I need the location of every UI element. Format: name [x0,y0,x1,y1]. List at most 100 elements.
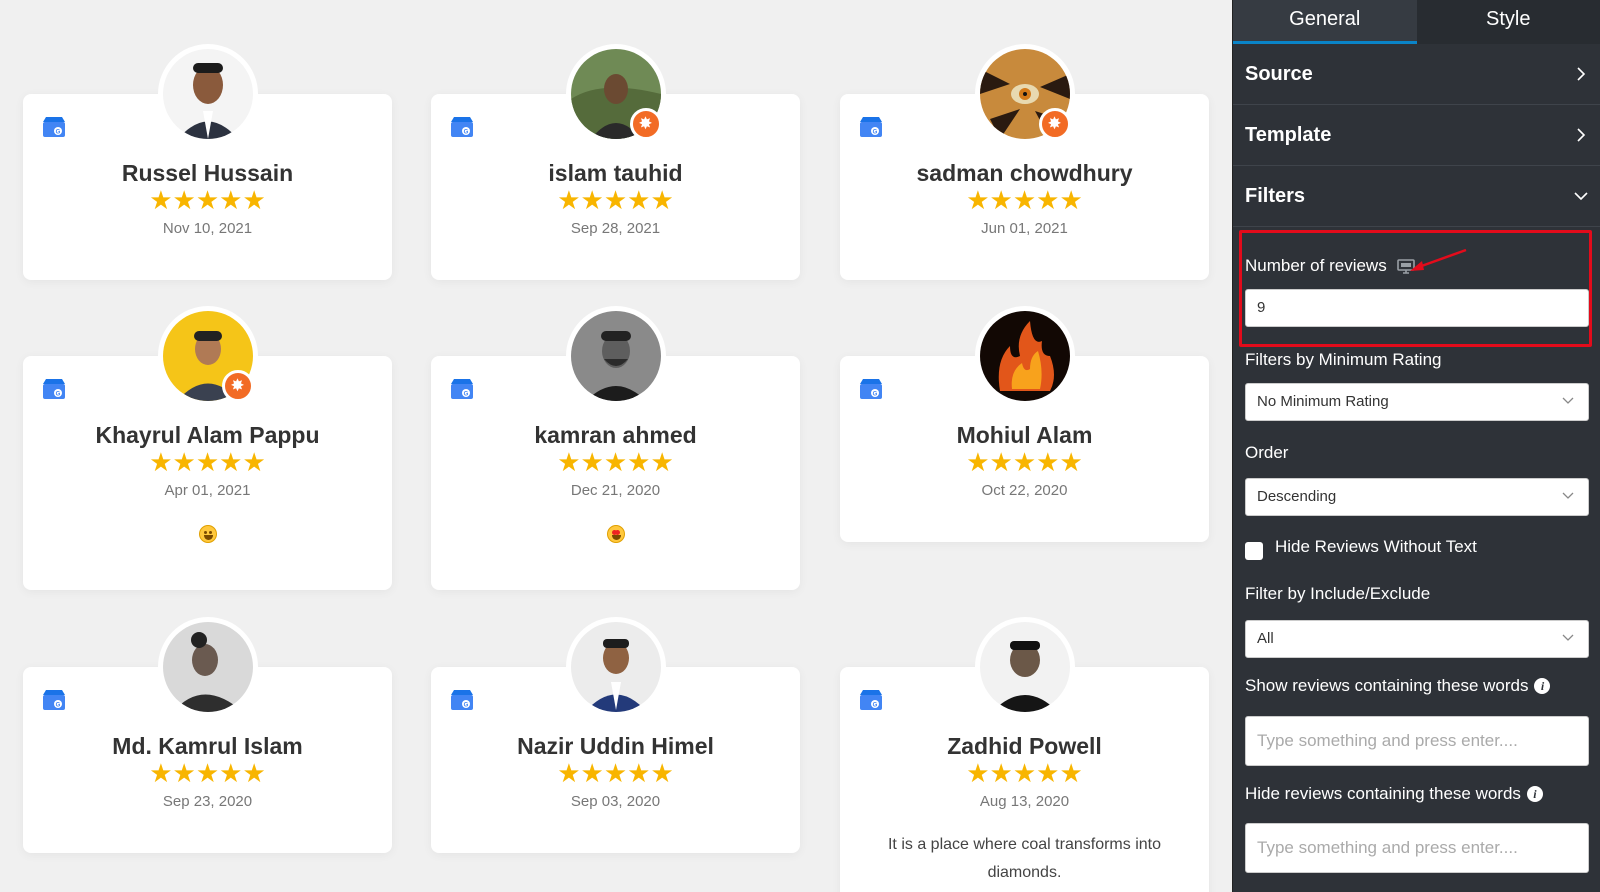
google-business-icon: G [451,690,473,710]
info-icon[interactable]: i [1526,786,1543,802]
hide-without-text-checkbox[interactable] [1245,542,1263,560]
star-rating: ★★★★★ [966,447,1083,477]
review-text: It is a place where coal transforms into… [887,836,1161,881]
tab-style[interactable]: Style [1416,0,1600,44]
hide-words-text: Hide reviews containing these words [1245,784,1521,803]
reviewer-name: Russel Hussain [121,160,294,186]
google-business-icon: G [451,117,473,137]
hide-words-input[interactable]: Type something and press enter.... [1245,823,1589,873]
reviewer-avatar [565,306,666,406]
min-rating-label: Filters by Minimum Rating [1245,350,1442,369]
review-card: ✸ G Khayrul Alam Pappu ★★★★★ Apr 01, 202… [23,306,392,590]
review-date: Apr 01, 2021 [164,482,251,499]
annotation-highlight-box [1239,230,1592,347]
section-source[interactable]: Source [1233,44,1600,105]
svg-text:G: G [56,130,61,136]
reviewer-name: Nazir Uddin Himel [517,733,714,759]
star-rating: ★★★★★ [966,758,1083,788]
show-words-text: Show reviews containing these words [1245,676,1529,695]
reviewer-name: sadman chowdhury [916,160,1133,186]
google-business-icon: G [43,117,65,137]
show-words-label: Show reviews containing these words i [1245,676,1551,696]
reviewer-name: kamran ahmed [534,422,697,448]
info-icon[interactable]: i [1534,678,1551,694]
section-filters[interactable]: Filters [1233,166,1600,227]
include-exclude-label: Filter by Include/Exclude [1245,584,1431,603]
star-rating: ★★★★★ [149,447,266,477]
chevron-down-icon [1562,634,1574,641]
chevron-down-icon [1562,492,1574,499]
smile-emoji-icon [198,525,217,543]
reviewer-name: islam tauhid [548,160,683,186]
svg-text:G: G [873,392,878,398]
local-guide-badge: ✸ [221,370,254,402]
review-card: G Mohiul Alam ★★★★★ Oct 22, 2020 [840,306,1209,542]
chevron-right-icon [1577,67,1586,81]
section-template[interactable]: Template [1233,105,1600,166]
include-exclude-select[interactable]: All [1245,620,1589,658]
min-rating-value: No Minimum Rating [1257,393,1389,410]
review-card: ✸ G islam tauhid ★★★★★ Sep 28, 2021 [431,44,800,280]
hide-words-label: Hide reviews containing these words i [1245,784,1543,804]
svg-text:G: G [464,703,469,709]
reviewer-avatar [974,306,1075,406]
order-label: Order [1245,443,1289,462]
reviewer-avatar [157,44,258,144]
min-rating-select[interactable]: No Minimum Rating [1245,383,1589,421]
reviewer-name: Md. Kamrul Islam [112,733,303,759]
star-rating: ★★★★★ [557,758,674,788]
section-source-label: Source [1245,62,1313,85]
google-business-icon: G [860,690,882,710]
reviewer-name: Zadhid Powell [947,733,1102,759]
star-rating: ★★★★★ [557,447,674,477]
hide-without-text-label: Hide Reviews Without Text [1275,537,1477,556]
review-card: ✸ G sadman chowdhury ★★★★★ Jun 01, 2021 [840,44,1209,280]
review-date: Nov 10, 2021 [162,220,253,237]
chevron-down-icon [1562,397,1574,404]
review-card: G Nazir Uddin Himel ★★★★★ Sep 03, 2020 [431,617,800,853]
svg-text:G: G [464,392,469,398]
svg-text:G: G [56,392,61,398]
review-card: G Zadhid Powell ★★★★★ Aug 13, 2020 It is… [840,617,1209,892]
review-date: Oct 22, 2020 [981,482,1068,499]
google-business-icon: G [451,379,473,399]
order-select[interactable]: Descending [1245,478,1589,516]
reviewer-avatar: ✸ [157,306,258,406]
google-business-icon: G [860,379,882,399]
chevron-down-icon [1574,192,1588,201]
settings-panel: General Style Source Template Filters Nu… [1232,0,1600,892]
local-guide-badge: ✸ [1038,108,1071,140]
svg-text:G: G [873,130,878,136]
review-date: Aug 13, 2020 [979,793,1070,810]
panel-tabs: General Style [1233,0,1600,44]
order-value: Descending [1257,488,1337,505]
star-rating: ★★★★★ [149,185,266,215]
google-business-icon: G [43,690,65,710]
reviewer-avatar [974,617,1075,717]
tab-general[interactable]: General [1233,0,1417,44]
star-rating: ★★★★★ [966,185,1083,215]
reviewer-avatar [565,617,666,717]
reviewer-name: Mohiul Alam [956,422,1093,448]
chevron-right-icon [1577,128,1586,142]
review-card: G Russel Hussain ★★★★★ Nov 10, 2021 [23,44,392,280]
review-card: G Md. Kamrul Islam ★★★★★ Sep 23, 2020 [23,617,392,853]
review-date: Sep 23, 2020 [162,793,253,810]
local-guide-badge: ✸ [629,108,662,140]
section-template-label: Template [1245,123,1332,146]
show-words-input[interactable]: Type something and press enter.... [1245,716,1589,766]
review-date: Sep 28, 2021 [570,220,661,237]
reviewer-avatar [157,617,258,717]
review-date: Jun 01, 2021 [981,220,1068,237]
section-filters-label: Filters [1245,184,1306,207]
google-business-icon: G [860,117,882,137]
google-business-icon: G [43,379,65,399]
star-rating: ★★★★★ [149,758,266,788]
review-card: G kamran ahmed ★★★★★ Dec 21, 2020 [431,306,800,590]
include-exclude-value: All [1257,630,1274,647]
star-rating: ★★★★★ [557,185,674,215]
reviewer-avatar: ✸ [974,44,1075,144]
review-date: Dec 21, 2020 [570,482,661,499]
svg-text:G: G [464,130,469,136]
review-date: Sep 03, 2020 [570,793,661,810]
